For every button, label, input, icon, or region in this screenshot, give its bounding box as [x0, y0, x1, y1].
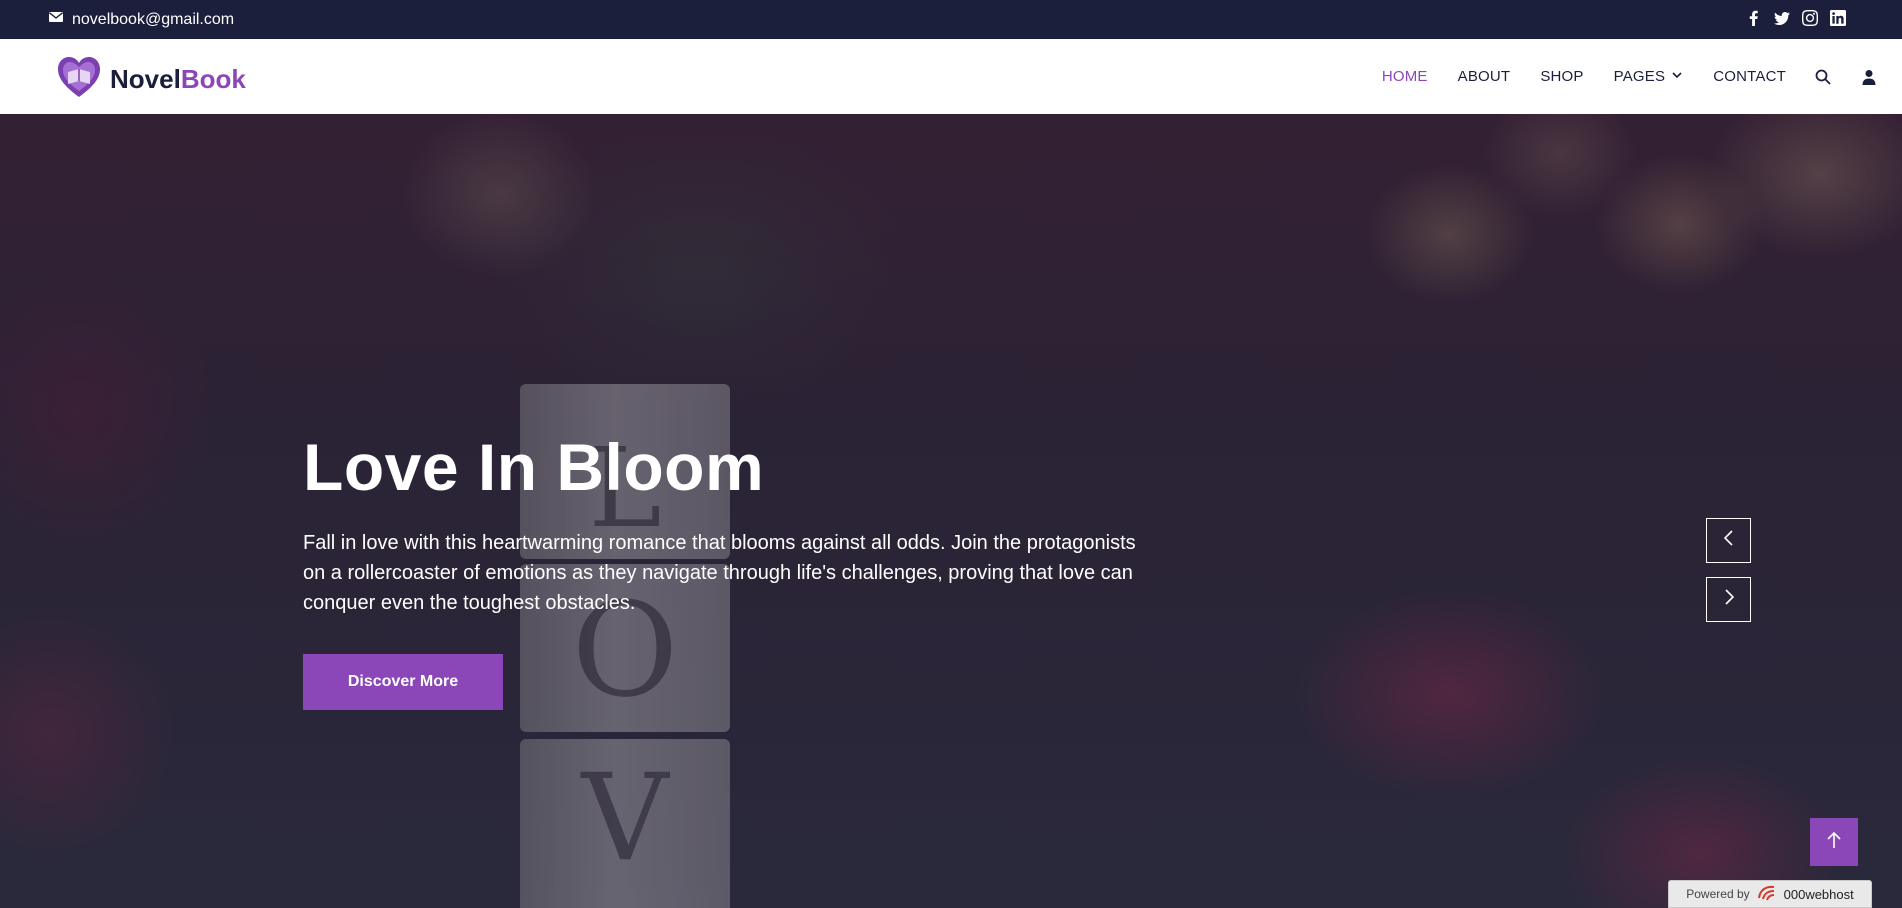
twitter-icon[interactable]	[1774, 9, 1790, 27]
linkedin-icon[interactable]	[1830, 9, 1846, 27]
slider-next-button[interactable]	[1706, 577, 1751, 622]
top-bar: novelbook@gmail.com	[0, 0, 1902, 39]
nav-item-about[interactable]: ABOUT	[1458, 68, 1511, 85]
hero-description: Fall in love with this heartwarming roma…	[303, 531, 1136, 614]
social-links	[1746, 9, 1846, 27]
instagram-icon[interactable]	[1802, 9, 1818, 27]
nav-menu: HOME ABOUT SHOP PAGES CONTACT	[1352, 39, 1878, 114]
powered-by-text: Powered by	[1686, 887, 1750, 901]
nav-item-pages[interactable]: PAGES	[1614, 68, 1684, 85]
powered-by-badge[interactable]: Powered by 000webhost	[1668, 880, 1872, 908]
webhost-brand: 000webhost	[1783, 886, 1854, 902]
chevron-left-icon	[1721, 530, 1737, 551]
chevron-right-icon	[1721, 589, 1737, 610]
nav-item-home[interactable]: HOME	[1382, 68, 1428, 85]
facebook-icon[interactable]	[1746, 9, 1762, 27]
main-navbar: NovelBook HOME ABOUT SHOP PAGES CONTACT	[0, 39, 1902, 114]
search-icon[interactable]	[1814, 68, 1832, 86]
back-to-top-button[interactable]	[1810, 818, 1858, 866]
brand-logo[interactable]: NovelBook	[56, 55, 246, 104]
hero-slider: L O V Love In Bloom Fall in love with th…	[0, 114, 1902, 908]
chevron-down-icon	[1671, 68, 1683, 85]
user-icon[interactable]	[1860, 68, 1878, 86]
heart-book-icon	[56, 55, 102, 104]
discover-more-button[interactable]: Discover More	[303, 653, 503, 710]
envelope-icon	[48, 9, 64, 30]
nav-item-contact[interactable]: CONTACT	[1713, 68, 1786, 85]
brand-name: NovelBook	[110, 64, 246, 94]
email-text: novelbook@gmail.com	[72, 10, 235, 28]
nav-item-shop[interactable]: SHOP	[1540, 68, 1583, 85]
arrow-up-icon	[1825, 831, 1843, 854]
email-contact[interactable]: novelbook@gmail.com	[48, 9, 234, 30]
hero-title: Love In Bloom	[303, 430, 765, 504]
slider-prev-button[interactable]	[1706, 518, 1751, 563]
hero-content: Love In Bloom Fall in love with this hea…	[303, 431, 1163, 710]
webhost-logo-icon	[1756, 884, 1778, 905]
